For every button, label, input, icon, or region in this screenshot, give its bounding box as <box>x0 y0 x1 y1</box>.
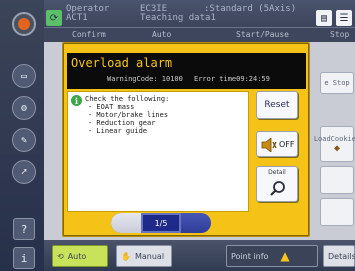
detail-button[interactable]: Detail <box>256 166 298 202</box>
alarm-message-box: i Check the following: - EOAT mass - Mot… <box>67 91 249 212</box>
message-heading: Check the following: <box>85 95 170 103</box>
hmi-screen: ▭ ⚙ ✎ ➚ ? i ⟳ Operator ACT1 EC3IE Teachi… <box>0 0 355 271</box>
cookie-icon: ◆ <box>333 142 341 154</box>
sidebar-button-tools[interactable]: ✎ <box>12 128 36 152</box>
tab-confirm[interactable]: Confirm <box>72 30 106 39</box>
operator-sub: ACT1 <box>66 13 88 23</box>
prev-page-button[interactable] <box>111 213 141 233</box>
mode-label: :Standard (5Axis) <box>204 4 297 14</box>
detail-label: Detail <box>268 169 286 176</box>
sidebar-button-robot[interactable]: ⚙ <box>12 96 36 120</box>
info-icon: i <box>71 95 82 106</box>
details-label: Details <box>328 251 355 261</box>
side-button-blank-1[interactable] <box>320 166 354 194</box>
manual-mode-button[interactable]: ✋ Manual <box>116 245 172 267</box>
question-icon: ? <box>20 222 28 236</box>
alarm-title: Overload alarm <box>71 56 173 70</box>
tab-start-pause[interactable]: Start/Pause <box>236 30 289 39</box>
load-cookies-label: LoadCookies <box>313 134 355 143</box>
point-info-label: Point info <box>231 251 269 261</box>
alarm-dialog: Overload alarm WarningCode: 10100 Error … <box>62 42 310 237</box>
alarm-title-bar: Overload alarm WarningCode: 10100 Error … <box>67 53 306 89</box>
left-sidebar: ▭ ⚙ ✎ ➚ ? i <box>0 0 44 271</box>
page-navigator: 1/5 <box>111 213 211 233</box>
off-label: OFF <box>279 140 295 149</box>
robot-icon: ⚙ <box>20 102 28 114</box>
tools-icon: ✎ <box>20 134 28 146</box>
jog-icon: ➚ <box>20 166 28 178</box>
page-counter: 1/5 <box>143 215 179 231</box>
info-small-icon: i <box>20 251 28 265</box>
sidebar-button-monitor[interactable]: ▭ <box>12 64 36 88</box>
manual-mode-label: Manual <box>134 251 165 261</box>
reset-label: Reset <box>264 100 290 110</box>
sidebar-button-jog[interactable]: ➚ <box>12 160 36 184</box>
tab-stop[interactable]: Stop <box>330 30 349 39</box>
check-item: - Reduction gear <box>88 119 156 127</box>
error-time: Error time09:24:59 <box>194 75 270 83</box>
power-button[interactable] <box>12 12 36 36</box>
details-button[interactable]: Details <box>323 245 355 267</box>
monitor-icon: ▭ <box>20 70 28 82</box>
sound-off-icon <box>261 138 277 152</box>
point-info-button[interactable]: Point info ▲ <box>226 245 318 267</box>
bottom-bar: ⟲ Auto ✋ Manual Point info ▲ Details <box>44 240 355 271</box>
stop-side-button[interactable]: e Stop <box>320 72 354 94</box>
tab-auto[interactable]: Auto <box>152 30 171 39</box>
side-button-blank-2[interactable] <box>320 198 354 226</box>
auto-mode-label: Auto <box>67 251 87 261</box>
controller-sub: Teaching data1 <box>140 13 216 23</box>
hand-icon: ✋ <box>121 251 131 261</box>
info-button[interactable]: i <box>13 247 35 269</box>
auto-icon: ⟲ <box>57 251 64 261</box>
warning-code: WarningCode: 10100 <box>107 75 183 83</box>
load-cookies-button[interactable]: LoadCookies◆ <box>314 126 355 162</box>
reset-button[interactable]: Reset <box>256 91 298 119</box>
status-icon: ⟳ <box>46 10 62 26</box>
top-tab-bar: Confirm Auto Start/Pause Stop <box>44 27 355 42</box>
next-page-button[interactable] <box>181 213 211 233</box>
check-item: - Motor/brake lines <box>88 111 169 119</box>
check-item: - Linear guide <box>88 127 148 135</box>
menu-icon[interactable]: ☰ <box>336 10 352 26</box>
auto-mode-button[interactable]: ⟲ Auto <box>52 245 108 267</box>
buzzer-off-button[interactable]: OFF <box>256 131 298 157</box>
warning-icon: ▲ <box>280 249 290 263</box>
save-icon[interactable]: ▤ <box>316 10 332 26</box>
help-button[interactable]: ? <box>13 218 35 240</box>
magnifier-icon <box>270 181 285 196</box>
stop-side-label: e Stop <box>324 79 350 87</box>
check-item: - EOAT mass <box>88 103 135 111</box>
